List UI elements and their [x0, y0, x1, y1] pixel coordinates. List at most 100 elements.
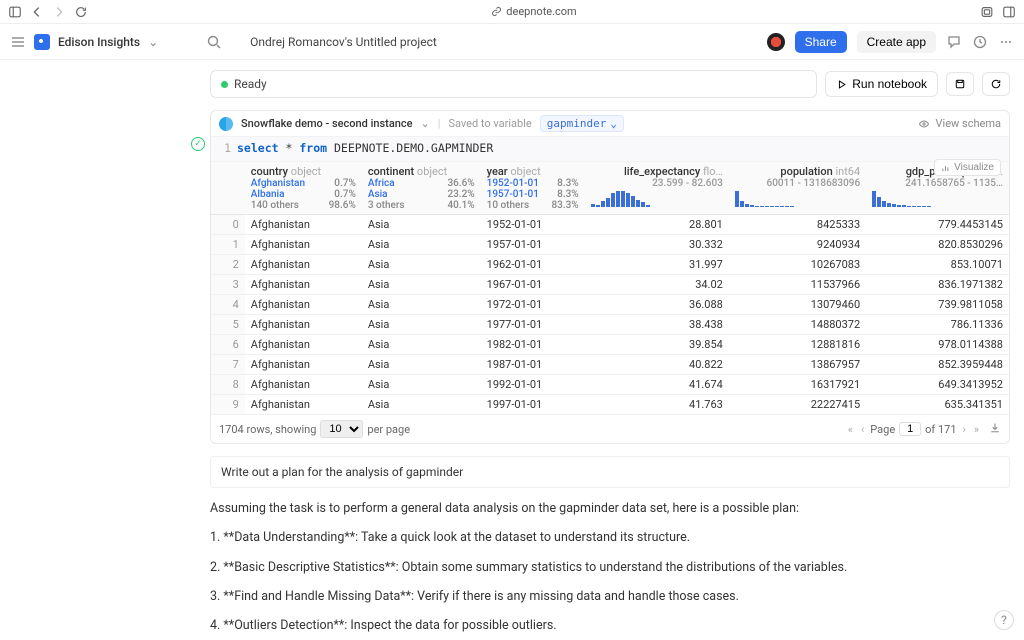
- cell-header: Snowflake demo - second instance ⌄ | Sav…: [211, 111, 1009, 137]
- sparkline: [872, 191, 1003, 207]
- comments-icon[interactable]: [946, 34, 962, 50]
- first-page-icon[interactable]: «: [846, 423, 855, 436]
- table-row[interactable]: 7AfghanistanAsia1987-01-0140.82213867957…: [211, 355, 1009, 375]
- sql-cell: ✓ Snowflake demo - second instance ⌄ | S…: [210, 110, 1010, 444]
- col-type: flo…: [703, 165, 723, 178]
- breadcrumb[interactable]: Ondrej Romancov's Untitled project: [250, 35, 437, 49]
- status-text: Ready: [234, 77, 267, 91]
- run-notebook-button[interactable]: Run notebook: [825, 71, 938, 97]
- pager: 1704 rows, showing 10 per page « ‹ Page …: [211, 415, 1009, 443]
- summary-value[interactable]: Albania: [251, 189, 285, 200]
- col-name: continent: [368, 165, 414, 178]
- more-icon[interactable]: [998, 34, 1014, 50]
- table-row[interactable]: 9AfghanistanAsia1997-01-0141.76322227415…: [211, 395, 1009, 415]
- search-icon[interactable]: [206, 34, 222, 50]
- summary-value: 3 others: [368, 200, 405, 211]
- table-row[interactable]: 0AfghanistanAsia1952-01-0128.80184253337…: [211, 215, 1009, 235]
- sparkline: [735, 191, 860, 207]
- col-type: object: [510, 165, 540, 178]
- summary-pct: 23.2%: [447, 189, 474, 200]
- page-total: of 171: [925, 423, 956, 436]
- link-icon: [491, 6, 502, 17]
- menu-icon[interactable]: [10, 34, 26, 50]
- prose-line: 1. **Data Understanding**: Take a quick …: [210, 527, 1010, 548]
- table-row[interactable]: 1AfghanistanAsia1957-01-0130.33292409348…: [211, 235, 1009, 255]
- create-app-button[interactable]: Create app: [857, 31, 936, 53]
- visualize-button[interactable]: Visualize: [934, 159, 1001, 176]
- status-dot-icon: [221, 81, 228, 88]
- summary-pct: 36.6%: [447, 178, 474, 189]
- refresh-button[interactable]: [982, 72, 1010, 96]
- avatar[interactable]: [767, 33, 785, 51]
- next-page-icon[interactable]: ›: [961, 423, 968, 436]
- table-row[interactable]: 6AfghanistanAsia1982-01-0139.85412881816…: [211, 335, 1009, 355]
- summary-pct: 8.3%: [557, 178, 579, 189]
- workspace-logo: [34, 34, 50, 50]
- history-icon[interactable]: [972, 34, 988, 50]
- table-row[interactable]: 4AfghanistanAsia1972-01-0136.08813079460…: [211, 295, 1009, 315]
- prev-page-icon[interactable]: ‹: [859, 423, 866, 436]
- col-range: 23.599 - 82.603: [591, 178, 723, 189]
- col-name: life_expectancy: [624, 165, 700, 178]
- summary-pct: 8.3%: [557, 189, 579, 200]
- table-row[interactable]: 5AfghanistanAsia1977-01-0138.43814880372…: [211, 315, 1009, 335]
- kernel-status[interactable]: Ready: [210, 70, 817, 98]
- col-type: int64: [835, 165, 860, 178]
- sql-keyword: from: [299, 141, 327, 155]
- sql-ident: DEEPNOTE.DEMO.GAPMINDER: [334, 141, 493, 155]
- forward-icon: [52, 5, 66, 19]
- variable-name: gapminder: [547, 117, 607, 130]
- table-row[interactable]: 2AfghanistanAsia1962-01-0131.99710267083…: [211, 255, 1009, 275]
- save-button[interactable]: [946, 72, 974, 96]
- chevron-down-icon: ⌄: [610, 117, 617, 130]
- chart-icon: [941, 163, 951, 173]
- url-bar[interactable]: deepnote.com: [96, 5, 972, 18]
- line-number: 1: [219, 141, 237, 155]
- variable-pill[interactable]: gapminder⌄: [540, 115, 624, 132]
- last-page-icon[interactable]: »: [972, 423, 981, 436]
- rows-count: 1704 rows, showing: [219, 423, 316, 436]
- summary-value[interactable]: Africa: [368, 178, 395, 189]
- per-page-label: per page: [367, 423, 410, 436]
- saved-to-label: Saved to variable: [448, 117, 531, 130]
- chevron-down-icon[interactable]: ⌄: [148, 35, 158, 49]
- page-label: Page: [870, 423, 895, 436]
- play-icon: [836, 79, 847, 90]
- app-header: Edison Insights ⌄ Ondrej Romancov's Unti…: [0, 24, 1024, 60]
- snowflake-icon: [219, 117, 233, 131]
- help-button[interactable]: ?: [994, 610, 1014, 630]
- workspace-name[interactable]: Edison Insights: [58, 35, 140, 49]
- table-row[interactable]: 3AfghanistanAsia1967-01-0134.02115379668…: [211, 275, 1009, 295]
- summary-value[interactable]: Asia: [368, 189, 388, 200]
- sparkline: [591, 191, 723, 207]
- view-schema-link[interactable]: View schema: [936, 117, 1001, 130]
- reload-icon[interactable]: [74, 5, 88, 19]
- extensions-icon[interactable]: [980, 5, 994, 19]
- col-range: 60011 - 1318683096: [735, 178, 860, 189]
- notebook-scroll[interactable]: Ready Run notebook ✓ Snowflake demo - se…: [0, 60, 1024, 640]
- summary-pct: 83.3%: [551, 200, 578, 211]
- result-table: country object Afghanistan0.7%Albania0.7…: [211, 162, 1009, 415]
- summary-value[interactable]: 1957-01-01: [487, 189, 539, 200]
- cell-status-gutter: ✓: [191, 137, 207, 153]
- summary-pct: 98.6%: [329, 200, 356, 211]
- col-name: population: [780, 165, 832, 178]
- data-source[interactable]: Snowflake demo - second instance: [241, 117, 413, 130]
- col-type: object: [417, 165, 447, 178]
- refresh-icon: [990, 78, 1002, 90]
- browser-chrome: deepnote.com: [0, 0, 1024, 24]
- page-input[interactable]: [899, 422, 921, 436]
- sidebar-toggle-icon[interactable]: [8, 5, 22, 19]
- prose-line: 2. **Basic Descriptive Statistics**: Obt…: [210, 557, 1010, 578]
- download-icon[interactable]: [989, 422, 1001, 437]
- share-button[interactable]: Share: [795, 31, 847, 53]
- summary-value[interactable]: Afghanistan: [251, 178, 305, 189]
- chevron-down-icon[interactable]: ⌄: [421, 117, 430, 130]
- panel-toggle-icon[interactable]: [1002, 5, 1016, 19]
- eye-icon: [918, 118, 930, 130]
- summary-value[interactable]: 1952-01-01: [487, 178, 539, 189]
- page-size-select[interactable]: 10: [320, 420, 363, 438]
- table-row[interactable]: 8AfghanistanAsia1992-01-0141.67416317921…: [211, 375, 1009, 395]
- sql-editor[interactable]: 1 select * from DEEPNOTE.DEMO.GAPMINDER: [211, 137, 1009, 162]
- back-icon[interactable]: [30, 5, 44, 19]
